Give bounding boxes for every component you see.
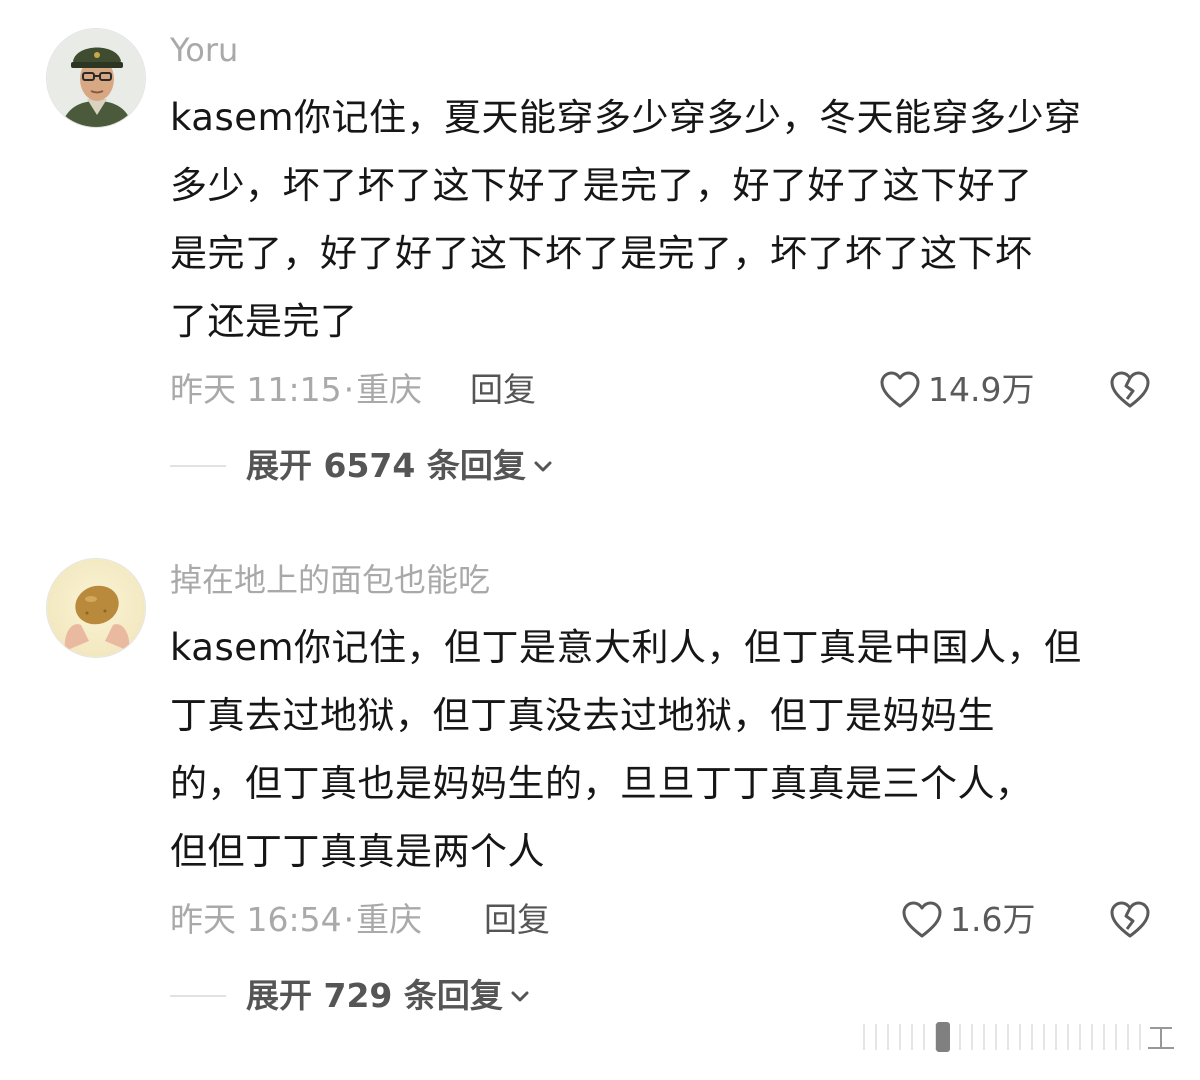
comment-line: 但但丁丁真真是两个人 [170, 830, 545, 873]
expand-divider [170, 465, 226, 467]
location: 重庆 [356, 370, 423, 409]
comment-line: kasem你记住，但丁是意大利人，但丁真是中国人，但 [170, 626, 1082, 669]
watermark-mark [863, 1022, 1174, 1052]
expand-divider [170, 995, 226, 997]
comment-line: 了还是完了 [170, 300, 358, 343]
expand-replies-label: 展开 729 条回复 [246, 976, 503, 1015]
broken-heart-icon [1110, 901, 1150, 938]
comment-line: 的，但丁真也是妈妈生的，旦旦丁丁真真是三个人， [170, 762, 1033, 805]
comment-text: kasem你记住，但丁是意大利人，但丁真是中国人，但 丁真去过地狱，但丁真没去过… [170, 614, 1170, 886]
comment-line: kasem你记住，夏天能穿多少穿多少，冬天能穿多少穿 [170, 96, 1082, 139]
username[interactable]: 掉在地上的面包也能吃 [170, 558, 490, 602]
like-count: 1.6万 [950, 900, 1036, 939]
comment-text: kasem你记住，夏天能穿多少穿多少，冬天能穿多少穿 多少，坏了坏了这下好了是完… [170, 84, 1170, 356]
potato-hands-avatar-icon [47, 559, 145, 657]
timestamp: 昨天 11:15 [170, 370, 342, 409]
expand-replies-label: 展开 6574 条回复 [246, 446, 526, 485]
reply-button[interactable]: 回复 [470, 368, 536, 412]
comment-list: Yoru kasem你记住，夏天能穿多少穿多少，冬天能穿多少穿 多少，坏了坏了这… [0, 0, 1200, 1080]
chevron-down-icon [511, 991, 529, 1002]
expand-replies-button[interactable]: 展开 729 条回复 [246, 974, 531, 1018]
comment-line: 多少，坏了坏了这下好了是完了，好了好了这下好了 [170, 164, 1033, 207]
avatar[interactable] [46, 28, 146, 128]
like-button[interactable]: 1.6万 [900, 898, 1035, 942]
username[interactable]: Yoru [170, 28, 238, 72]
comment-line: 是完了，好了好了这下坏了是完了，坏了坏了这下坏 [170, 232, 1033, 275]
soldier-avatar-icon [47, 29, 145, 127]
separator-dot: · [343, 900, 355, 939]
like-count: 14.9万 [928, 370, 1035, 409]
comment-meta: 昨天 11:15·重庆 [170, 368, 422, 412]
separator-dot: · [343, 370, 355, 409]
location: 重庆 [356, 900, 423, 939]
comment-line: 丁真去过地狱，但丁真没去过地狱，但丁是妈妈生 [170, 694, 995, 737]
chevron-down-icon [534, 461, 552, 472]
avatar[interactable] [46, 558, 146, 658]
dislike-button[interactable] [1108, 898, 1152, 942]
dislike-button[interactable] [1108, 368, 1152, 412]
expand-replies-button[interactable]: 展开 6574 条回复 [246, 444, 554, 488]
broken-heart-icon [1110, 371, 1150, 408]
comment-meta: 昨天 16:54·重庆 [170, 898, 422, 942]
heart-outline-icon [902, 901, 942, 938]
heart-outline-icon [880, 371, 920, 408]
timestamp: 昨天 16:54 [170, 900, 342, 939]
like-button[interactable]: 14.9万 [878, 368, 1034, 412]
reply-button[interactable]: 回复 [484, 898, 550, 942]
